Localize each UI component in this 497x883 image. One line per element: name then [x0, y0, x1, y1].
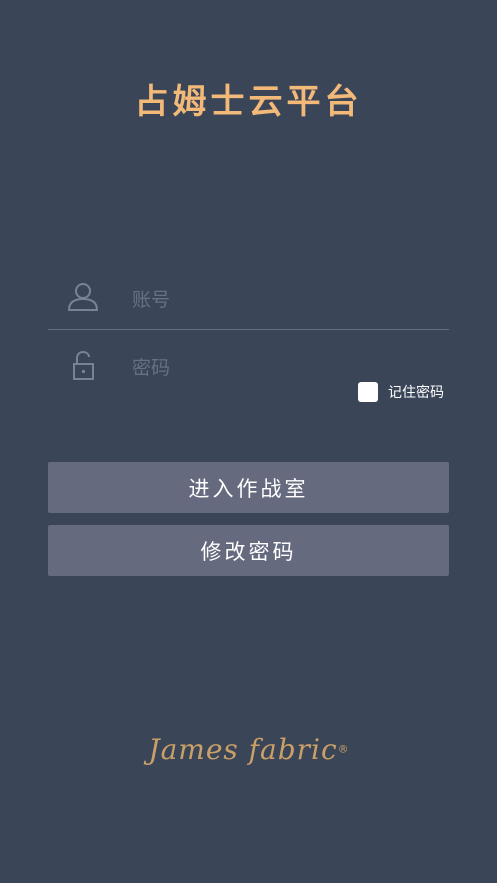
registered-mark: ®: [337, 742, 349, 756]
brand-logo-text: James fabric: [148, 733, 338, 766]
user-icon: [66, 280, 100, 314]
remember-password-checkbox[interactable]: [358, 382, 378, 402]
change-password-button[interactable]: 修改密码: [48, 525, 449, 576]
remember-password[interactable]: 记住密码: [358, 381, 444, 403]
brand-logo: James fabric®: [0, 733, 497, 766]
app-title: 占姆士云平台: [134, 82, 363, 122]
lock-icon: [66, 348, 100, 382]
account-input[interactable]: [132, 282, 432, 318]
enter-war-room-button[interactable]: 进入作战室: [48, 462, 449, 513]
account-field[interactable]: [48, 270, 449, 330]
remember-password-label: 记住密码: [388, 385, 444, 401]
